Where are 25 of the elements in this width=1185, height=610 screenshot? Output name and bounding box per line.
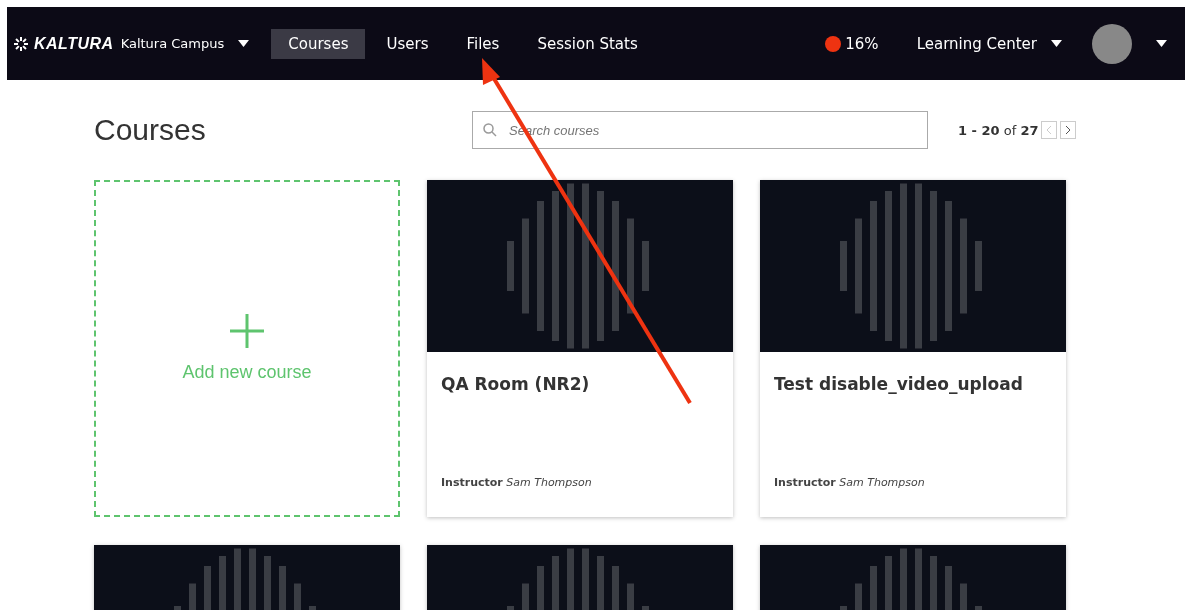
course-title: Test disable_video_upload bbox=[774, 374, 1024, 394]
center-selector[interactable]: Learning Center bbox=[916, 34, 1037, 53]
caret-icon[interactable] bbox=[238, 40, 250, 47]
status-reading: 16% bbox=[845, 34, 879, 53]
caret-icon[interactable] bbox=[1051, 40, 1062, 47]
avatar[interactable] bbox=[1092, 23, 1132, 64]
nav-tab[interactable]: Courses bbox=[271, 28, 366, 59]
page-title: Courses bbox=[94, 113, 207, 147]
instructor-line: Instructor Sam Thompson bbox=[441, 476, 593, 489]
pagination-text: 1 - 20 of 27 bbox=[958, 122, 1039, 138]
caret-icon[interactable] bbox=[1156, 40, 1167, 47]
course-title: QA Room (NR2) bbox=[441, 374, 591, 394]
chevron-left-icon bbox=[1046, 125, 1053, 135]
course-card[interactable]: Test disable_video_upload Instructor Sam Thompson bbox=[760, 180, 1066, 517]
nav-tab[interactable]: Files bbox=[449, 28, 517, 59]
next-button[interactable] bbox=[1060, 121, 1077, 139]
nav-tab[interactable]: Users bbox=[369, 28, 446, 59]
chevron-right-icon bbox=[1065, 125, 1072, 135]
instructor-line: Instructor Sam Thompson bbox=[774, 476, 926, 489]
nav-tab[interactable]: Session Stats bbox=[520, 28, 655, 59]
logo-text: KALTURA bbox=[34, 34, 114, 53]
plus-icon bbox=[230, 314, 264, 348]
add-course-label: Add new course bbox=[182, 362, 312, 383]
campus-name[interactable]: Kaltura Campus bbox=[120, 36, 225, 51]
course-card[interactable]: QA Room (NR2) Instructor Sam Thompson bbox=[427, 180, 733, 517]
